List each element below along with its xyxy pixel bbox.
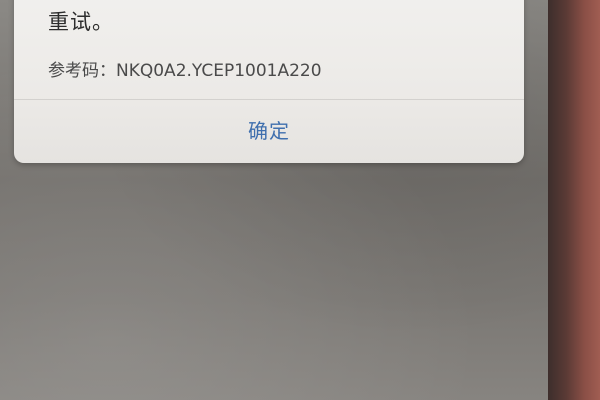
confirm-button[interactable]: 确定 <box>14 100 524 158</box>
reference-code-value: NKQ0A2.YCEP1001A220 <box>116 61 322 81</box>
error-dialog: 重试。 参考码：NKQ0A2.YCEP1001A220 确定 <box>14 0 524 163</box>
phone-screen: 重试。 参考码：NKQ0A2.YCEP1001A220 确定 <box>0 0 548 400</box>
phone-bezel <box>548 0 600 400</box>
reference-code-line: 参考码：NKQ0A2.YCEP1001A220 <box>48 56 322 81</box>
phone-photo: 重试。 参考码：NKQ0A2.YCEP1001A220 确定 <box>0 0 600 400</box>
dialog-message: 重试。 <box>48 10 114 34</box>
reference-code-label: 参考码： <box>48 61 116 81</box>
